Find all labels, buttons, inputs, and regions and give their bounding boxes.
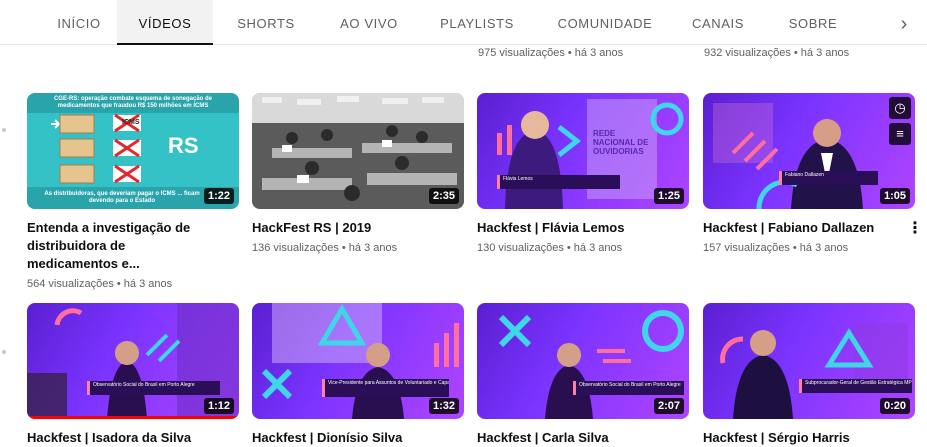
hover-actions: ◷ ≡ bbox=[889, 97, 911, 149]
video-card: Observatório Social do Brasil em Porto A… bbox=[27, 303, 239, 447]
video-thumbnail[interactable]: Vice-Presidente para Assuntos de Volunta… bbox=[252, 303, 464, 419]
video-card: Fabiano Dallazen ◷ ≡ 1:05 Hackfest | Fab… bbox=[703, 93, 923, 254]
tab-shorts[interactable]: SHORTS bbox=[228, 0, 304, 44]
event-sign: REDE NACIONAL DE OUVIDORIAS bbox=[593, 129, 649, 156]
video-duration: 1:22 bbox=[203, 188, 234, 204]
video-thumbnail[interactable]: Observatório Social do Brasil em Porto A… bbox=[27, 303, 239, 419]
tab-comunidade[interactable]: COMUNIDADE bbox=[550, 0, 660, 44]
icms-stamp: ICMS bbox=[122, 119, 140, 126]
channel-tabs: INÍCIO VÍDEOS SHORTS AO VIVO PLAYLISTS C… bbox=[0, 0, 927, 45]
watch-progress-bar bbox=[27, 416, 239, 419]
video-title[interactable]: Entenda a investigação de distribuidora … bbox=[27, 219, 217, 273]
video-title[interactable]: Hackfest | Dionísio Silva bbox=[252, 429, 442, 447]
video-title[interactable]: Hackfest | Isadora da Silva bbox=[27, 429, 217, 447]
lower-third: Observatório Social do Brasil em Porto A… bbox=[573, 381, 684, 395]
previous-video-meta: 975 visualizações • há 3 anos bbox=[478, 47, 624, 59]
thumbnail-headline: CGE-RS: operação combate esquema de sone… bbox=[53, 96, 213, 109]
scroll-dot bbox=[2, 128, 6, 132]
lower-third: Observatório Social do Brasil em Porto A… bbox=[87, 381, 220, 395]
tab-canais[interactable]: CANAIS bbox=[685, 0, 751, 44]
video-title[interactable]: Hackfest | Carla Silva bbox=[477, 429, 667, 447]
video-title[interactable]: Hackfest | Fabiano Dallazen bbox=[703, 219, 893, 237]
queue-icon[interactable]: ≡ bbox=[889, 123, 911, 145]
lower-third: Flávia Lemos bbox=[497, 175, 620, 189]
video-duration: 1:05 bbox=[879, 188, 910, 204]
video-meta: 564 visualizações • há 3 anos bbox=[27, 278, 173, 290]
video-duration: 2:35 bbox=[428, 188, 459, 204]
tab-playlists[interactable]: PLAYLISTS bbox=[432, 0, 522, 44]
video-duration: 0:20 bbox=[879, 398, 910, 414]
video-thumbnail[interactable]: Subprocurador-Geral de Gestão Estratégic… bbox=[703, 303, 915, 419]
video-thumbnail[interactable]: 2:35 bbox=[252, 93, 464, 209]
video-title[interactable]: Hackfest | Sérgio Harris bbox=[703, 429, 893, 447]
lower-third: Subprocurador-Geral de Gestão Estratégic… bbox=[799, 379, 912, 393]
video-thumbnail[interactable]: REDE NACIONAL DE OUVIDORIAS Flávia Lemos… bbox=[477, 93, 689, 209]
tab-ao-vivo[interactable]: AO VIVO bbox=[330, 0, 408, 44]
thumbnail-footer: As distribuidoras, que deveriam pagar o … bbox=[44, 191, 200, 204]
video-thumbnail[interactable]: Fabiano Dallazen ◷ ≡ 1:05 bbox=[703, 93, 915, 209]
tab-sobre[interactable]: SOBRE bbox=[780, 0, 846, 44]
video-card: REDE NACIONAL DE OUVIDORIAS Flávia Lemos… bbox=[477, 93, 689, 254]
video-duration: 1:32 bbox=[428, 398, 459, 414]
clock-icon[interactable]: ◷ bbox=[889, 97, 911, 119]
video-meta: 157 visualizações • há 3 anos bbox=[703, 242, 849, 254]
video-card: 2:35 HackFest RS | 2019 136 visualizaçõe… bbox=[252, 93, 464, 254]
video-duration: 1:25 bbox=[653, 188, 684, 204]
video-duration: 1:12 bbox=[203, 398, 234, 414]
chevron-right-icon[interactable]: › bbox=[892, 12, 916, 36]
video-meta: 136 visualizações • há 3 anos bbox=[252, 242, 398, 254]
video-duration: 2:07 bbox=[653, 398, 684, 414]
lower-third: Fabiano Dallazen bbox=[779, 171, 878, 185]
scroll-dot bbox=[2, 350, 6, 354]
video-thumbnail[interactable]: Observatório Social do Brasil em Porto A… bbox=[477, 303, 689, 419]
rs-badge: RS bbox=[168, 133, 199, 158]
tab-videos[interactable]: VÍDEOS bbox=[117, 0, 213, 45]
video-title[interactable]: Hackfest | Flávia Lemos bbox=[477, 219, 667, 237]
tab-inicio[interactable]: INÍCIO bbox=[44, 0, 114, 44]
video-thumbnail[interactable]: CGE-RS: operação combate esquema de sone… bbox=[27, 93, 239, 209]
video-card: Vice-Presidente para Assuntos de Volunta… bbox=[252, 303, 464, 447]
video-title[interactable]: HackFest RS | 2019 bbox=[252, 219, 442, 237]
lower-third: Vice-Presidente para Assuntos de Volunta… bbox=[322, 379, 449, 397]
previous-video-meta: 932 visualizações • há 3 anos bbox=[704, 47, 850, 59]
video-card: Subprocurador-Geral de Gestão Estratégic… bbox=[703, 303, 915, 447]
more-options-icon[interactable]: ⋮ bbox=[907, 219, 923, 239]
video-meta: 130 visualizações • há 3 anos bbox=[477, 242, 623, 254]
video-card: CGE-RS: operação combate esquema de sone… bbox=[27, 93, 239, 290]
video-card: Observatório Social do Brasil em Porto A… bbox=[477, 303, 689, 447]
